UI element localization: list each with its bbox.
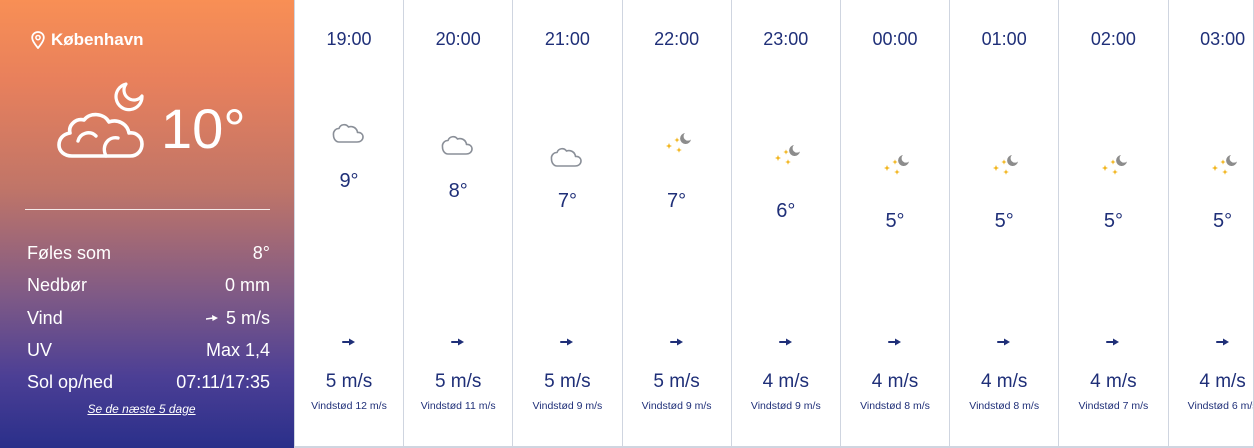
hour-wind-gust: Vindstød 7 m/s <box>1078 400 1149 412</box>
wind-direction-icon <box>778 338 792 346</box>
detail-feels-like: Føles som 8° <box>27 239 270 267</box>
hour-wind-gust: Vindstød 8 m/s <box>969 400 1040 412</box>
wind-direction-icon <box>1106 338 1120 346</box>
hour-wind-speed: 5 m/s <box>325 371 373 392</box>
hour-column: 00:00 5° 4 m/s Vindstød 8 m/s <box>840 0 949 448</box>
hour-time: 21:00 <box>544 29 590 49</box>
hour-wind-speed: 5 m/s <box>434 371 482 392</box>
detail-label: Føles som <box>27 242 112 263</box>
hour-temperature: 5° <box>1103 210 1123 232</box>
location: København <box>31 28 144 52</box>
hour-column: 20:00 8° 5 m/s Vindstød 11 m/s <box>403 0 513 448</box>
hour-temperature: 5° <box>994 210 1014 232</box>
detail-value: 5 m/s <box>225 307 270 328</box>
hour-wind-gust: Vindstød 12 m/s <box>311 400 387 412</box>
clear-night-icon <box>665 133 691 153</box>
hour-time: 23:00 <box>763 29 809 49</box>
hour-column: 22:00 7° 5 m/s Vindstød 9 m/s <box>621 0 731 448</box>
hour-temperature: 7° <box>557 190 577 212</box>
hour-time: 19:00 <box>326 29 372 49</box>
hour-wind-speed: 4 m/s <box>762 371 810 392</box>
detail-value: 07:11/17:35 <box>176 371 270 392</box>
wind-direction-icon <box>669 338 683 346</box>
hour-time: 20:00 <box>435 29 481 49</box>
hour-column: 21:00 7° 5 m/s Vindstød 9 m/s <box>512 0 622 448</box>
hour-wind-speed: 4 m/s <box>1090 371 1137 392</box>
clear-night-icon <box>774 145 800 165</box>
detail-label: UV <box>27 339 53 360</box>
hour-wind-speed: 4 m/s <box>871 371 919 392</box>
clear-night-icon <box>884 155 909 175</box>
wind-arrow-icon <box>205 315 218 321</box>
hour-wind-gust: Vindstød 9 m/s <box>641 400 712 412</box>
hour-wind-speed: 5 m/s <box>653 371 700 392</box>
detail-label: Sol op/ned <box>27 371 114 392</box>
weather-widget: København 10° Føles som 8° Nedbør 0 mm V… <box>0 0 1254 448</box>
detail-value: 8° <box>252 242 270 263</box>
wind-direction-icon <box>342 338 355 346</box>
hour-wind-gust: Vindstød 11 m/s <box>420 400 496 412</box>
hour-wind-gust: Vindstød 9 m/s <box>750 400 821 412</box>
detail-label: Vind <box>27 307 63 328</box>
location-pin-icon <box>31 31 45 49</box>
detail-value: Max 1,4 <box>205 339 270 360</box>
see-next-5-days-link[interactable]: Se de næste 5 dage <box>0 402 283 416</box>
wind-direction-icon <box>560 338 574 346</box>
divider <box>25 209 270 210</box>
hour-wind-gust: Vindstød 9 m/s <box>532 400 603 412</box>
hour-wind-speed: 4 m/s <box>1199 371 1246 392</box>
cloud-icon <box>551 147 583 167</box>
wind-direction-icon <box>451 338 465 346</box>
hour-time: 01:00 <box>981 29 1027 49</box>
cloud-icon <box>332 123 364 143</box>
detail-uv: UV Max 1,4 <box>27 336 270 364</box>
hour-column: 23:00 6° 4 m/s Vindstød 9 m/s <box>730 0 840 448</box>
hour-column: 03:00 5° 4 m/s Vindstød 6 m/s <box>1167 0 1254 448</box>
hour-temperature: 8° <box>448 180 468 202</box>
partly-cloudy-night-icon <box>57 82 144 158</box>
current-temperature: 10° <box>161 97 246 160</box>
hour-wind-speed: 5 m/s <box>544 371 591 392</box>
hour-wind-speed: 4 m/s <box>980 371 1028 392</box>
wind-direction-icon <box>1215 338 1229 346</box>
hour-temperature: 5° <box>885 210 905 232</box>
hour-temperature: 7° <box>667 190 687 212</box>
hour-column: 19:00 9° 5 m/s Vindstød 12 m/s <box>294 0 403 448</box>
hour-column: 01:00 5° 4 m/s Vindstød 8 m/s <box>949 0 1059 448</box>
hour-time: 02:00 <box>1090 29 1136 49</box>
hour-temperature: 5° <box>1213 210 1233 232</box>
detail-label: Nedbør <box>27 274 88 295</box>
location-name: København <box>51 30 144 49</box>
hour-time: 22:00 <box>654 29 700 49</box>
current-weather-panel: København 10° Føles som 8° Nedbør 0 mm V… <box>0 0 295 448</box>
wind-direction-icon <box>997 338 1011 346</box>
clear-night-icon <box>1102 155 1128 175</box>
wind-direction-icon <box>888 338 901 346</box>
detail-precipitation: Nedbør 0 mm <box>27 271 270 299</box>
detail-sunrise-sunset: Sol op/ned 07:11/17:35 <box>27 368 270 396</box>
hour-wind-gust: Vindstød 6 m/s <box>1187 400 1254 412</box>
hour-temperature: 9° <box>339 170 359 192</box>
clear-night-icon <box>1211 155 1237 175</box>
hour-time: 03:00 <box>1200 29 1246 49</box>
hour-time: 00:00 <box>872 29 918 49</box>
clear-night-icon <box>993 155 1019 175</box>
hour-temperature: 6° <box>776 200 796 222</box>
hour-wind-gust: Vindstød 8 m/s <box>860 400 930 412</box>
hour-column: 02:00 5° 4 m/s Vindstød 7 m/s <box>1058 0 1168 448</box>
detail-wind: Vind 5 m/s <box>27 304 270 332</box>
cloud-icon <box>441 135 473 155</box>
detail-value: 0 mm <box>225 274 270 295</box>
